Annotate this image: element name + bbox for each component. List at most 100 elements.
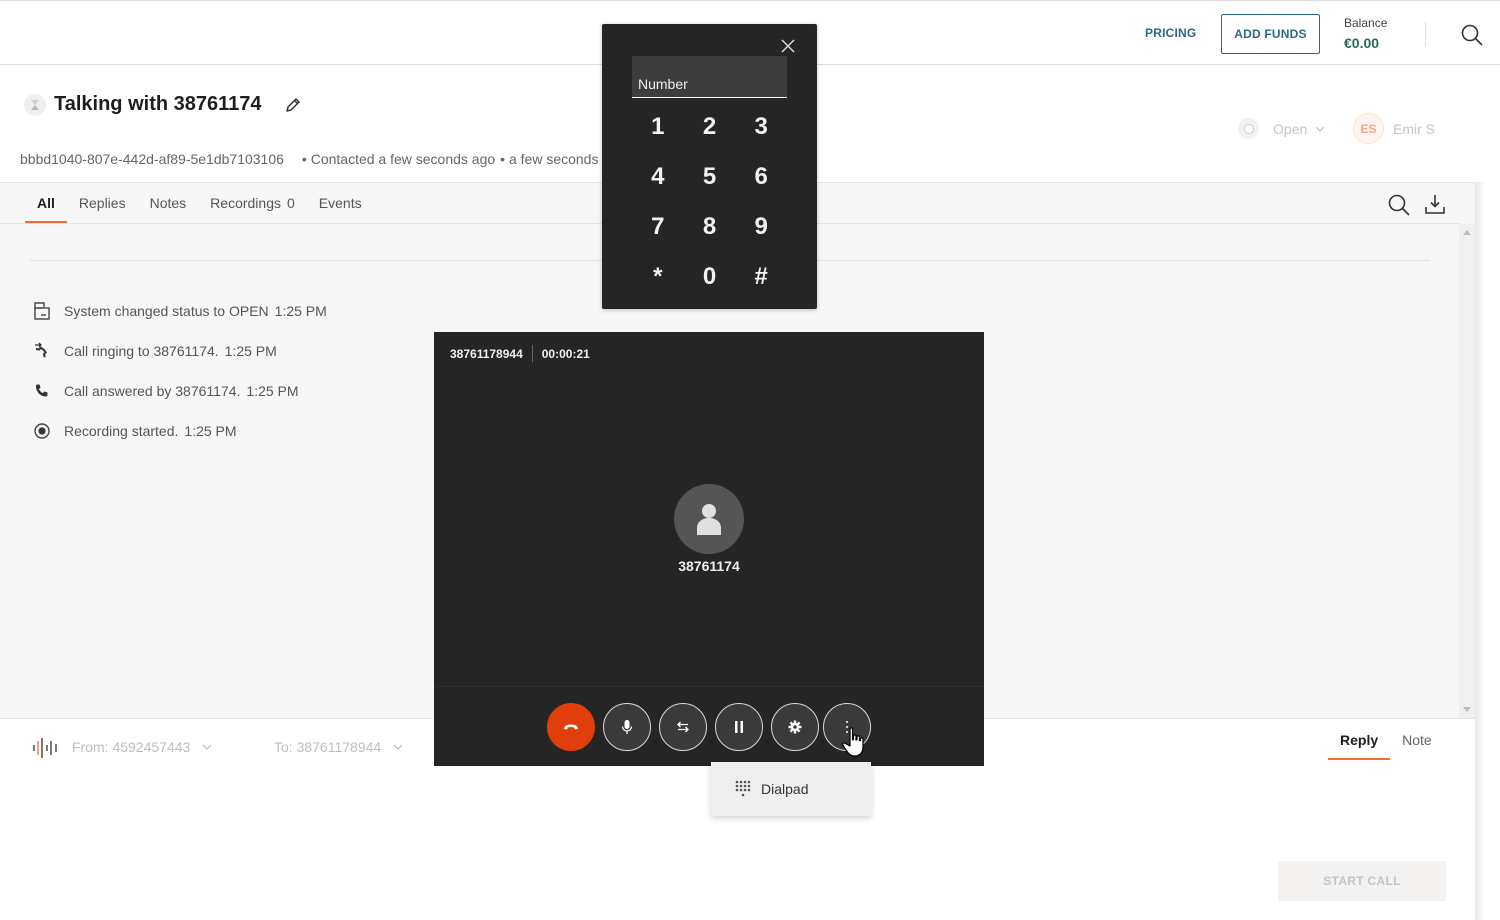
hold-button[interactable]: [715, 703, 763, 751]
pricing-link[interactable]: PRICING: [1145, 26, 1196, 40]
call-outgoing-icon: [30, 339, 54, 363]
dialpad-key-0[interactable]: 0: [684, 252, 736, 302]
tab-label: Recordings: [210, 195, 281, 211]
dialpad-keys: 1 2 3 4 5 6 7 8 9 * 0 #: [632, 102, 787, 302]
dialpad-key-9[interactable]: 9: [735, 202, 787, 252]
to-label: To: 38761178944: [274, 739, 382, 755]
callee-number: 38761174: [678, 558, 740, 574]
start-call-button[interactable]: START CALL: [1278, 861, 1446, 901]
event-item: System changed status to OPEN 1:25 PM: [30, 291, 327, 331]
to-number-dropdown[interactable]: To: 38761178944: [274, 739, 403, 755]
contacted-text: • Contacted a few seconds ago: [301, 151, 496, 167]
chevron-down-icon: [1315, 126, 1325, 132]
balance-label: Balance: [1344, 16, 1388, 30]
status-label: Open: [1273, 120, 1308, 137]
event-list: System changed status to OPEN 1:25 PM Ca…: [30, 291, 327, 451]
event-text: Call ringing to 38761174.: [64, 343, 219, 359]
dialpad-key-6[interactable]: 6: [735, 152, 787, 202]
tab-notes[interactable]: Notes: [138, 183, 199, 223]
event-time: 1:25 PM: [246, 383, 299, 399]
assignee-name: Emir S: [1393, 120, 1435, 137]
chevron-down-icon: [393, 744, 403, 750]
event-text: Call answered by 38761174.: [64, 383, 241, 399]
tab-events[interactable]: Events: [307, 183, 374, 223]
tab-label: Events: [318, 195, 362, 211]
hang-up-icon: [564, 724, 578, 730]
pause-icon: [735, 721, 743, 733]
scroll-up-icon[interactable]: [1463, 230, 1471, 235]
dialpad-menu-item[interactable]: Dialpad: [711, 762, 871, 816]
tab-reply[interactable]: Reply: [1328, 724, 1391, 760]
scroll-down-icon[interactable]: [1463, 707, 1471, 712]
dialpad-key-5[interactable]: 5: [684, 152, 736, 202]
dialpad-key-2[interactable]: 2: [684, 102, 736, 152]
call-duration: 00:00:21: [541, 346, 590, 361]
tab-replies[interactable]: Replies: [67, 183, 138, 223]
close-icon[interactable]: [780, 38, 796, 54]
search-icon[interactable]: [1460, 23, 1484, 47]
sound-wave-icon: [33, 738, 57, 758]
hand-cursor-icon: [842, 727, 864, 757]
page: PRICING ADD FUNDS Balance €0.00 Talking …: [0, 0, 1500, 920]
callee-avatar: [674, 484, 744, 554]
dialpad-key-8[interactable]: 8: [684, 202, 736, 252]
conversation-meta: bbbd1040-807e-442d-af89-5e1db7103106 • C…: [20, 151, 602, 167]
feed-tabs: All Replies Notes Recordings 0 Events: [25, 183, 374, 223]
page-title: Talking with 38761174: [54, 93, 262, 115]
microphone-icon: [621, 720, 633, 734]
meta-extra-text: • a few seconds ago: [500, 151, 602, 167]
tab-label: All: [37, 195, 55, 211]
add-funds-button[interactable]: ADD FUNDS: [1221, 14, 1320, 54]
call-header: 38761178944 00:00:21: [450, 345, 590, 362]
transfer-icon: [677, 721, 689, 733]
tab-all[interactable]: All: [25, 183, 67, 223]
event-time: 1:25 PM: [274, 303, 327, 319]
tab-recordings[interactable]: Recordings 0: [198, 183, 307, 223]
tab-note[interactable]: Note: [1390, 724, 1444, 760]
call-controls: [434, 686, 984, 766]
hang-up-button[interactable]: [547, 703, 595, 751]
settings-button[interactable]: [771, 703, 819, 751]
scrollbar[interactable]: [1459, 224, 1475, 718]
gear-icon: [788, 720, 802, 734]
search-icon[interactable]: [1387, 193, 1411, 217]
assignee-dropdown[interactable]: ES Emir S: [1353, 113, 1435, 144]
status-dot-icon: [1238, 118, 1259, 139]
dialpad-panel: 1 2 3 4 5 6 7 8 9 * 0 #: [602, 24, 817, 309]
conversation-id: bbbd1040-807e-442d-af89-5e1db7103106: [20, 151, 284, 167]
menu-item-label: Dialpad: [761, 781, 809, 797]
from-label: From: 4592457443: [72, 739, 191, 755]
dialpad-key-3[interactable]: 3: [735, 102, 787, 152]
dialpad-key-hash[interactable]: #: [735, 252, 787, 302]
dialpad-icon: [735, 780, 751, 797]
avatar: ES: [1353, 113, 1384, 144]
hourglass-icon: [24, 94, 46, 116]
number-input[interactable]: [632, 56, 787, 98]
recordings-count: 0: [287, 195, 295, 211]
divider: [1425, 22, 1426, 46]
dialpad-key-star[interactable]: *: [632, 252, 684, 302]
dialpad-key-7[interactable]: 7: [632, 202, 684, 252]
status-dropdown[interactable]: Open: [1238, 118, 1325, 139]
edit-icon[interactable]: [283, 95, 303, 115]
event-time: 1:25 PM: [184, 423, 237, 439]
download-icon[interactable]: [1424, 193, 1446, 215]
tab-label: Replies: [78, 195, 126, 211]
call-widget: 38761178944 00:00:21 38761174: [434, 332, 984, 766]
event-item: Call answered by 38761174. 1:25 PM: [30, 371, 327, 411]
mute-button[interactable]: [603, 703, 651, 751]
event-item: Call ringing to 38761174. 1:25 PM: [30, 331, 327, 371]
person-icon: [697, 504, 721, 535]
dialpad-key-1[interactable]: 1: [632, 102, 684, 152]
event-text: System changed status to OPEN: [64, 303, 269, 319]
dialpad-key-4[interactable]: 4: [632, 152, 684, 202]
transfer-button[interactable]: [659, 703, 707, 751]
panel-shadow: [1475, 182, 1500, 920]
event-item: Recording started. 1:25 PM: [30, 411, 327, 451]
chevron-down-icon: [202, 744, 212, 750]
event-text: Recording started.: [64, 423, 179, 439]
event-time: 1:25 PM: [224, 343, 277, 359]
record-icon: [30, 419, 54, 443]
reply-tabs: Reply Note: [1328, 724, 1444, 760]
from-number-dropdown[interactable]: From: 4592457443: [72, 739, 212, 755]
